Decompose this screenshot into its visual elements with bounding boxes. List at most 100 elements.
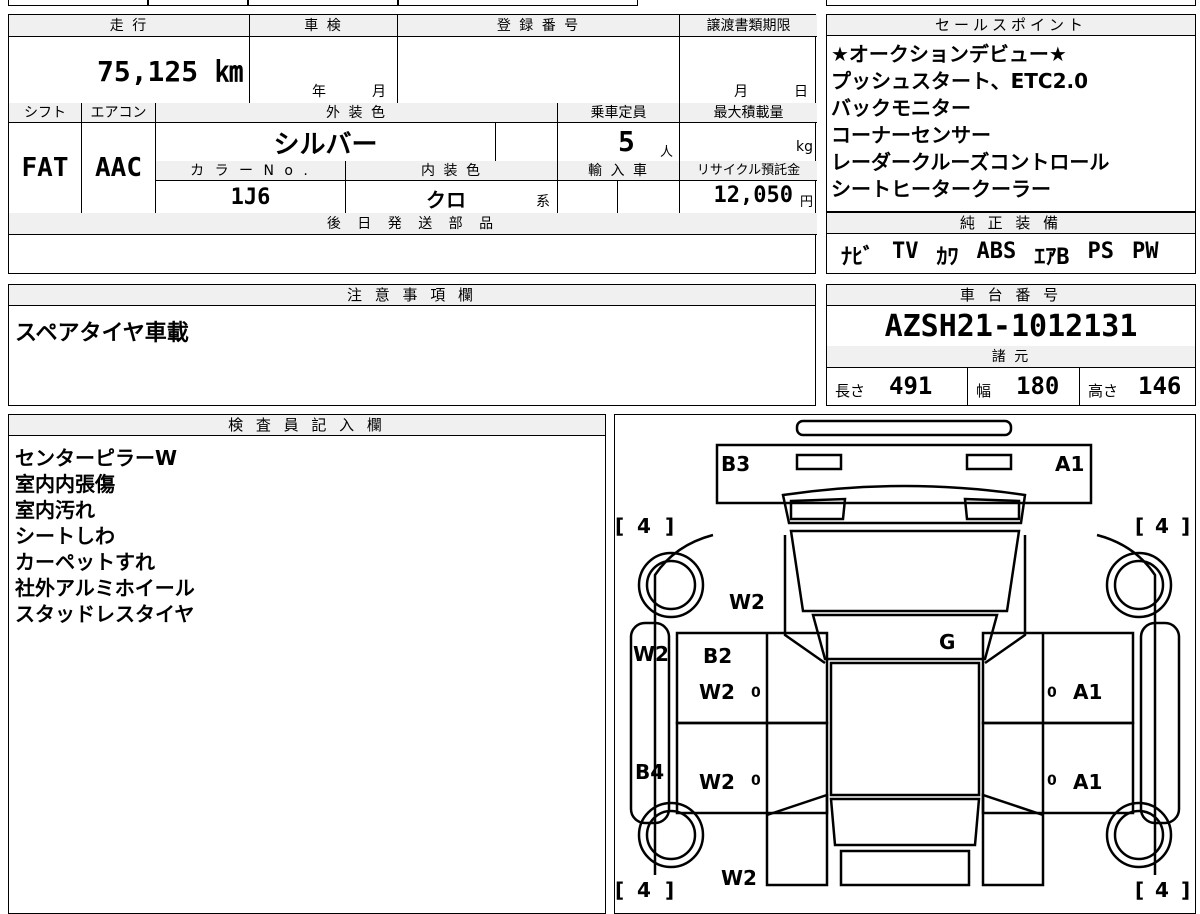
svg-text:]: ] [1181, 514, 1190, 538]
recycle-fee-unit: 円 [799, 195, 813, 210]
svg-text:[: [ [615, 878, 624, 901]
right-body-outline [1096, 533, 1157, 875]
top-strip [0, 0, 1200, 6]
capacity-label: 乗車定員 [557, 103, 679, 123]
notes-text: スペアタイヤ車載 [15, 321, 189, 346]
left-body-outline [653, 533, 714, 875]
vehicle-info-table: 走 行 車 検 登 録 番 号 譲渡書類期限 75,125 ㎞ 年 月 月 日 … [8, 14, 817, 274]
damage-mark-b3: B3 [721, 452, 750, 476]
inspection-label: 車 検 [249, 15, 397, 37]
damage-mark-w2-hood: W2 [729, 590, 765, 614]
headlight-right-outline [965, 453, 1013, 471]
headlight-left-outline [795, 453, 843, 471]
max-load-unit: kg [796, 139, 813, 155]
list-item: カーペットすれ [15, 550, 155, 574]
sales-points-title: セールスポイント [827, 15, 1195, 36]
exterior-color-value: シルバー [155, 123, 495, 161]
damage-mark-a1-right-rear: A1 [1073, 770, 1102, 794]
interior-color-value: クロ [426, 188, 466, 212]
gap-mark-zero: 0 [1047, 685, 1057, 701]
right-rear-door-outline [981, 721, 1135, 815]
left-front-door-outline [675, 631, 829, 725]
damage-mark-w2-rear-door: W2 [699, 770, 735, 794]
mileage-label: 走 行 [9, 15, 249, 37]
equipment-title: 純 正 装 備 [827, 213, 1195, 234]
list-item: 社外アルミホイール [15, 576, 195, 600]
deadline-day: 日 [794, 84, 808, 100]
aircon-label: エアコン [81, 103, 155, 123]
right-front-door-outline [981, 631, 1135, 725]
tire-front-right-outline [1105, 551, 1173, 619]
capacity-value: 5 [618, 125, 635, 158]
length-label: 長さ [835, 382, 866, 400]
damage-mark-w2-left: W2 [633, 642, 669, 666]
svg-text:[: [ [615, 514, 624, 538]
inspector-panel: 検 査 員 記 入 欄 センターピラーW 室内内張傷 室内汚れ シートしわ カー… [8, 414, 606, 914]
list-item: PS [1087, 239, 1115, 264]
damage-mark-b2: B2 [703, 644, 732, 668]
damage-mark-w2-front-door: W2 [699, 680, 735, 704]
rear-window-outline [829, 797, 981, 847]
inspector-title: 検 査 員 記 入 欄 [9, 415, 605, 436]
color-no-value: 1J6 [155, 181, 345, 213]
car-diagram: B3 A1 W2 G W2 B2 W2 A1 B4 W2 A1 W2 0 0 0… [615, 419, 1190, 901]
color-no-label: カ ラ ー N o . [155, 161, 345, 181]
tire-depth-rear-left: 4 [637, 878, 651, 901]
aircon-value: AAC [81, 123, 155, 213]
list-item: TV [892, 239, 919, 264]
list-item: プッシュスタート、ETC2.0 [831, 69, 1089, 93]
left-rear-door-outline [675, 721, 829, 815]
list-item: 室内内張傷 [15, 472, 115, 496]
capacity-unit: 人 [660, 145, 674, 160]
deadline-month: 月 [734, 84, 748, 100]
tire-rear-right-outline [1105, 801, 1173, 869]
svg-text:[: [ [1135, 878, 1144, 901]
sales-points-panel: セールスポイント ★オークションデビュー★ プッシュスタート、ETC2.0 バッ… [826, 14, 1196, 212]
shift-label: シフト [9, 103, 81, 123]
sales-points-list: ★オークションデビュー★ プッシュスタート、ETC2.0 バックモニター コーナ… [831, 41, 1109, 203]
right-sill-outline [1139, 621, 1181, 825]
equipment-panel: 純 正 装 備 ﾅﾋﾞ TV ｶﾜ ABS ｴｱB PS PW [826, 212, 1196, 274]
svg-text:]: ] [665, 514, 674, 538]
height-value: 146 [1138, 372, 1182, 400]
max-load-label: 最大積載量 [679, 103, 817, 123]
tire-depth-front-right: 4 [1155, 514, 1169, 538]
interior-color-suffix: 系 [536, 194, 550, 210]
spec-title: 諸 元 [827, 346, 1195, 368]
import-label: 輸 入 車 [557, 161, 679, 181]
notes-title: 注 意 事 項 欄 [9, 285, 815, 306]
list-item: センターピラーW [15, 446, 178, 470]
tire-depth-front-left: 4 [637, 514, 651, 538]
later-parts-label: 後 日 発 送 部 品 [9, 213, 817, 235]
list-item: バックモニター [831, 96, 971, 120]
list-item: レーダークルーズコントロール [831, 150, 1110, 174]
list-item: PW [1132, 239, 1159, 264]
registration-value [397, 37, 679, 103]
svg-text:]: ] [1181, 878, 1190, 901]
gap-mark-zero: 0 [751, 685, 761, 701]
car-diagram-panel: B3 A1 W2 G W2 B2 W2 A1 B4 W2 A1 W2 0 0 0… [614, 414, 1196, 914]
registration-label: 登 録 番 号 [397, 15, 679, 37]
hood-outline [789, 529, 1021, 613]
inspection-year: 年 [312, 84, 326, 100]
list-item: シートしわ [15, 524, 115, 548]
damage-mark-b4: B4 [635, 760, 664, 784]
damage-mark-g: G [939, 630, 955, 654]
damage-mark-w2-bottom: W2 [721, 866, 757, 890]
notes-panel: 注 意 事 項 欄 スペアタイヤ車載 [8, 284, 816, 406]
list-item: シートヒータークーラー [831, 177, 1051, 201]
recycle-label: リサイクル預託金 [679, 161, 817, 181]
width-value: 180 [1016, 372, 1060, 400]
tire-depth-rear-right: 4 [1155, 878, 1169, 901]
interior-color-label: 内 装 色 [345, 161, 557, 181]
recycle-fee-value: 12,050 [713, 183, 793, 208]
tire-rear-left-outline [637, 801, 705, 869]
equipment-list: ﾅﾋﾞ TV ｶﾜ ABS ｴｱB PS PW [841, 239, 1159, 271]
cowl-outline [781, 484, 1027, 525]
list-item: ★オークションデビュー★ [831, 42, 1067, 66]
inspection-month: 月 [372, 84, 386, 100]
height-label: 高さ [1088, 382, 1119, 400]
width-label: 幅 [976, 382, 992, 400]
chassis-title: 車 台 番 号 [827, 285, 1195, 306]
list-item: 室内汚れ [15, 498, 95, 522]
